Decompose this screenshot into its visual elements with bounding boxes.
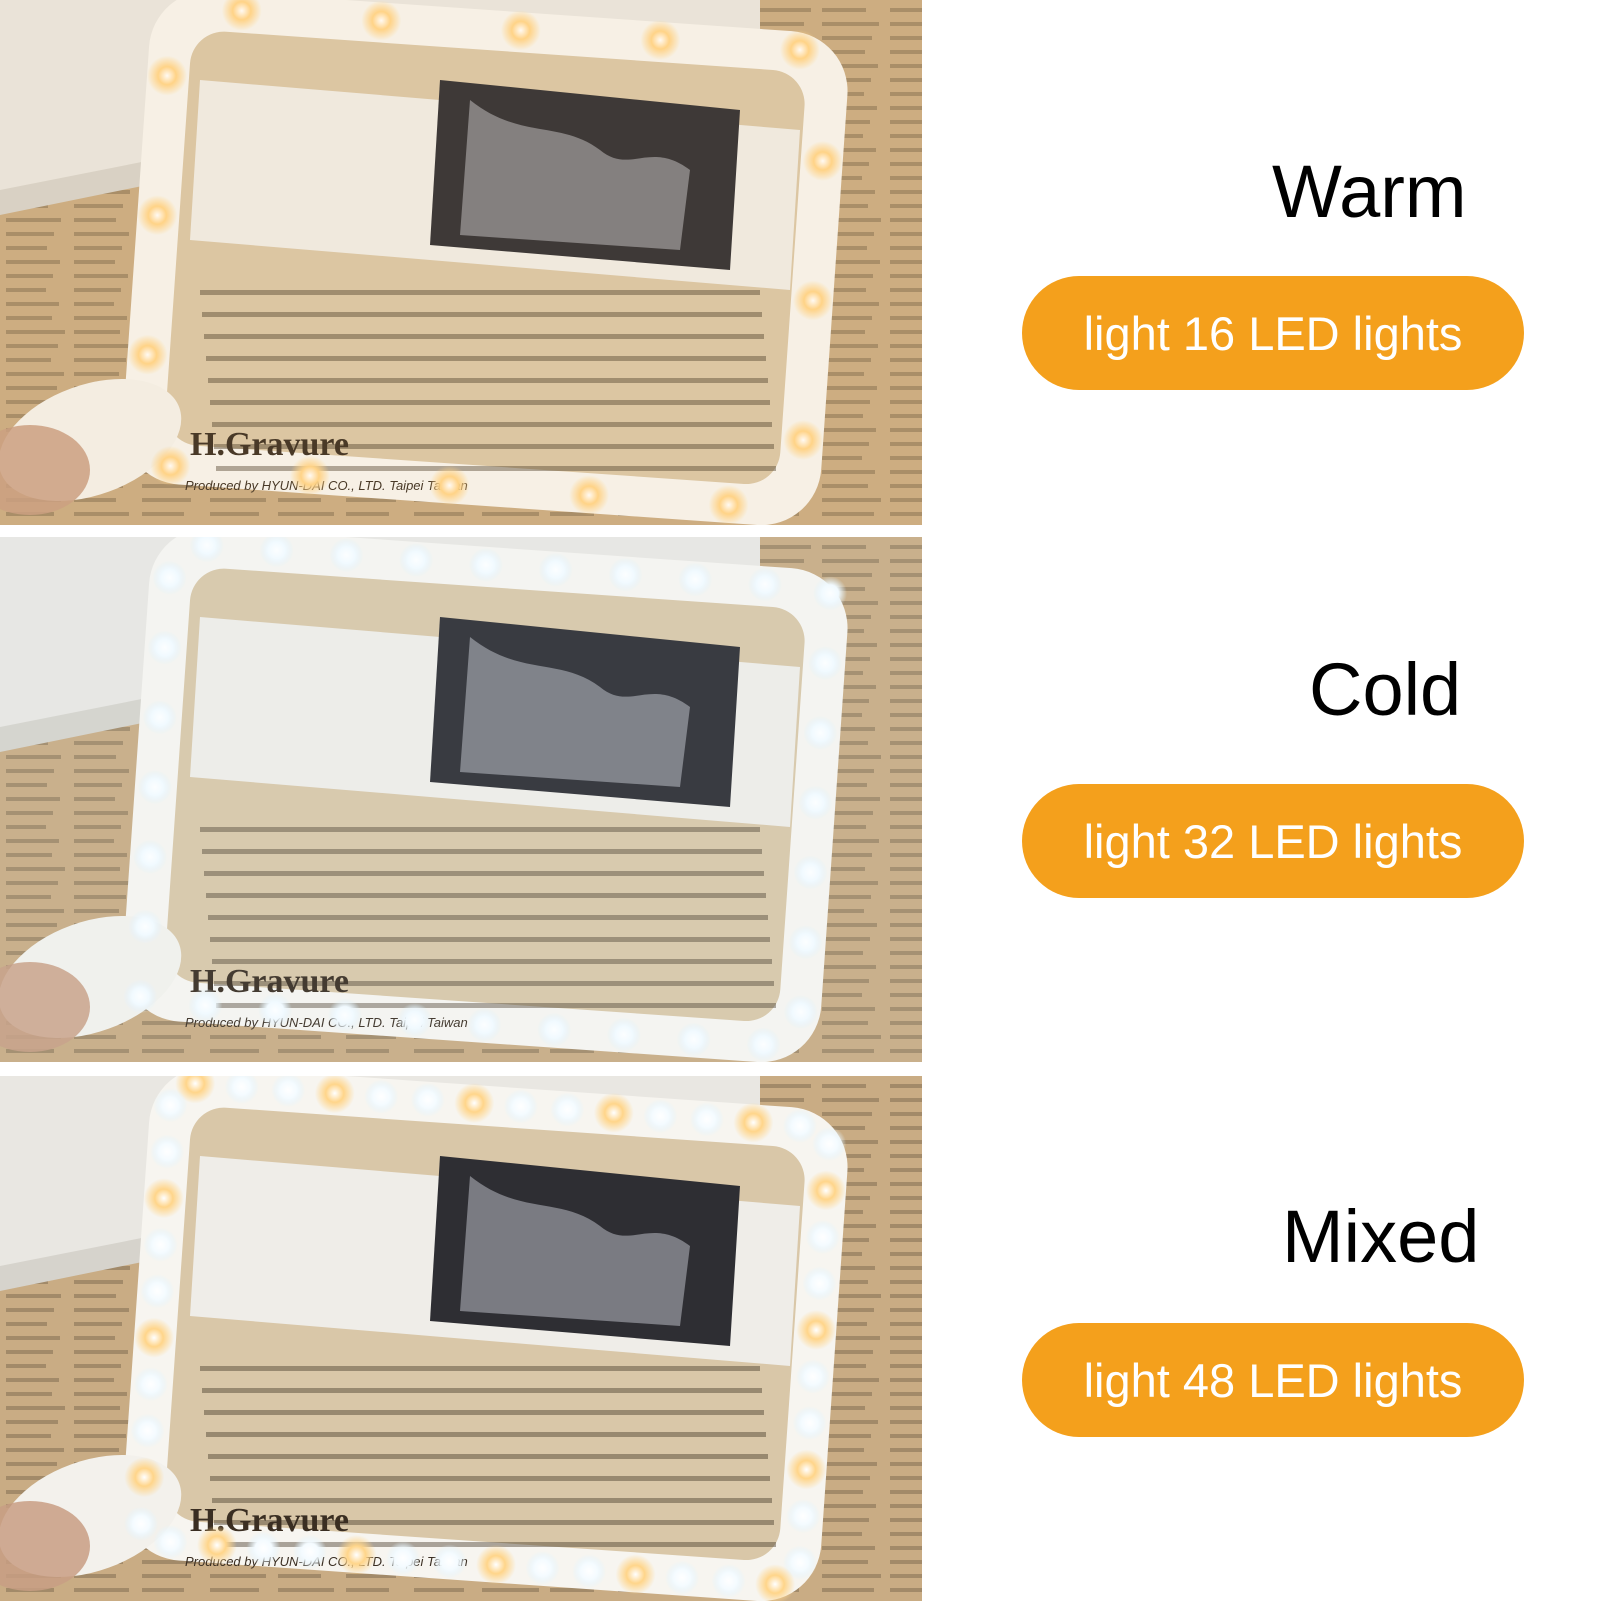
warm-mode-photo: H.GravureProduced by HYUN-DAI CO., LTD. …: [0, 0, 922, 525]
cold-mode-photo: H.Gravure Produced by HYUN-DAI CO., LTD. …: [0, 537, 922, 1064]
mixed-led-count-label: light 48 LED lights: [1083, 1353, 1463, 1407]
cold-led-count-label: light 32 LED lights: [1083, 814, 1463, 868]
warm-led-count-badge: light 16 LED lights: [1022, 276, 1524, 390]
magnifier-illustration-warm: H.GravureProduced by HYUN-DAI CO., LTD. …: [0, 0, 922, 525]
mixed-mode-title: Mixed: [1282, 1195, 1480, 1278]
mixed-led-count-badge: light 48 LED lights: [1022, 1323, 1524, 1437]
magnifier-illustration-cold: H.GravureProduced by HYUN-DAI CO., LTD. …: [0, 537, 922, 1062]
warm-led-count-label: light 16 LED lights: [1083, 306, 1463, 360]
mixed-mode-photo: H.Gravure Produced by HYUN-DAI CO., LTD. …: [0, 1076, 922, 1601]
magnifier-illustration-mixed: H.GravureProduced by HYUN-DAI CO., LTD. …: [0, 1076, 922, 1601]
cold-mode-title: Cold: [1309, 648, 1462, 731]
cold-led-count-badge: light 32 LED lights: [1022, 784, 1524, 898]
warm-mode-title: Warm: [1272, 150, 1467, 233]
